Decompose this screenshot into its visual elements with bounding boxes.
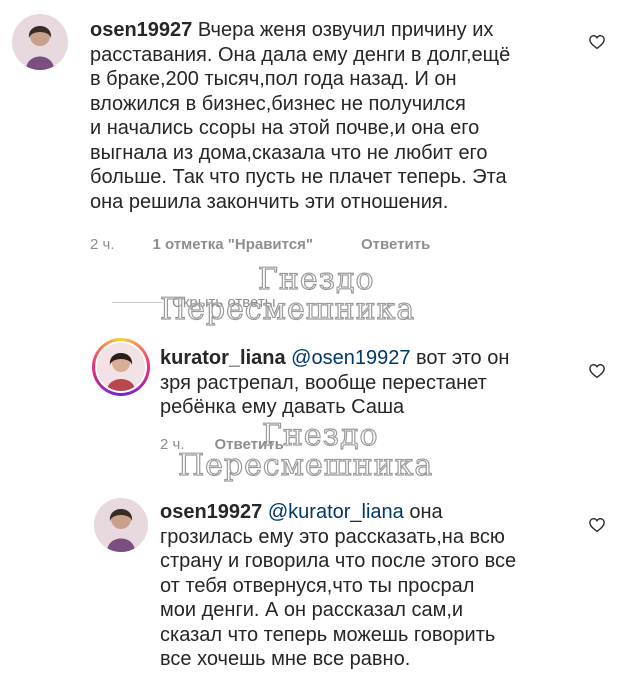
divider: [112, 302, 162, 303]
avatar-photo: [12, 14, 68, 70]
comment-text: osen19927 Вчера женя озвучил причину их …: [90, 18, 610, 214]
comment-time: 2 ч.: [90, 236, 115, 253]
comment-username[interactable]: osen19927: [90, 19, 192, 41]
comment-username[interactable]: osen19927: [160, 501, 262, 523]
comment-body: Вчера женя озвучил причину их расставани…: [90, 19, 511, 213]
reply-button[interactable]: Ответить: [215, 436, 284, 453]
comment-likes[interactable]: 1 отметка "Нравится": [153, 236, 314, 253]
heart-outline-icon: [589, 518, 605, 533]
heart-outline-icon: [589, 35, 605, 50]
avatar[interactable]: [12, 14, 68, 70]
reply-button[interactable]: Ответить: [361, 236, 430, 253]
avatar-photo: [97, 343, 145, 391]
comment-text: kurator_liana @osen19927 вот это он зря …: [160, 346, 580, 420]
comment-meta: 2 ч. 1 отметка "Нравится" Ответить: [90, 236, 430, 253]
avatar-photo: [94, 498, 148, 552]
comment-time: 2 ч.: [160, 436, 185, 453]
watermark-line1: Гнездо: [257, 261, 375, 297]
comment-mention[interactable]: @osen19927: [291, 347, 410, 369]
comment-body: она грозилась ему это рассказать,на всю …: [160, 501, 517, 670]
comment-text: osen19927 @kurator_liana она грозилась е…: [160, 500, 600, 672]
hide-replies-toggle[interactable]: Скрыть ответы: [112, 294, 276, 311]
like-button[interactable]: [588, 362, 606, 380]
avatar-story-ring[interactable]: [92, 338, 150, 396]
watermark-line2: Пересмешника: [177, 447, 434, 483]
avatar: [97, 343, 145, 391]
avatar[interactable]: [94, 498, 148, 552]
like-button[interactable]: [588, 33, 606, 51]
comment-mention[interactable]: @kurator_liana: [268, 501, 404, 523]
like-button[interactable]: [588, 516, 606, 534]
comment-username[interactable]: kurator_liana: [160, 347, 286, 369]
heart-outline-icon: [589, 364, 605, 379]
comment-meta: 2 ч. Ответить: [160, 436, 284, 453]
hide-replies-label: Скрыть ответы: [172, 294, 276, 311]
